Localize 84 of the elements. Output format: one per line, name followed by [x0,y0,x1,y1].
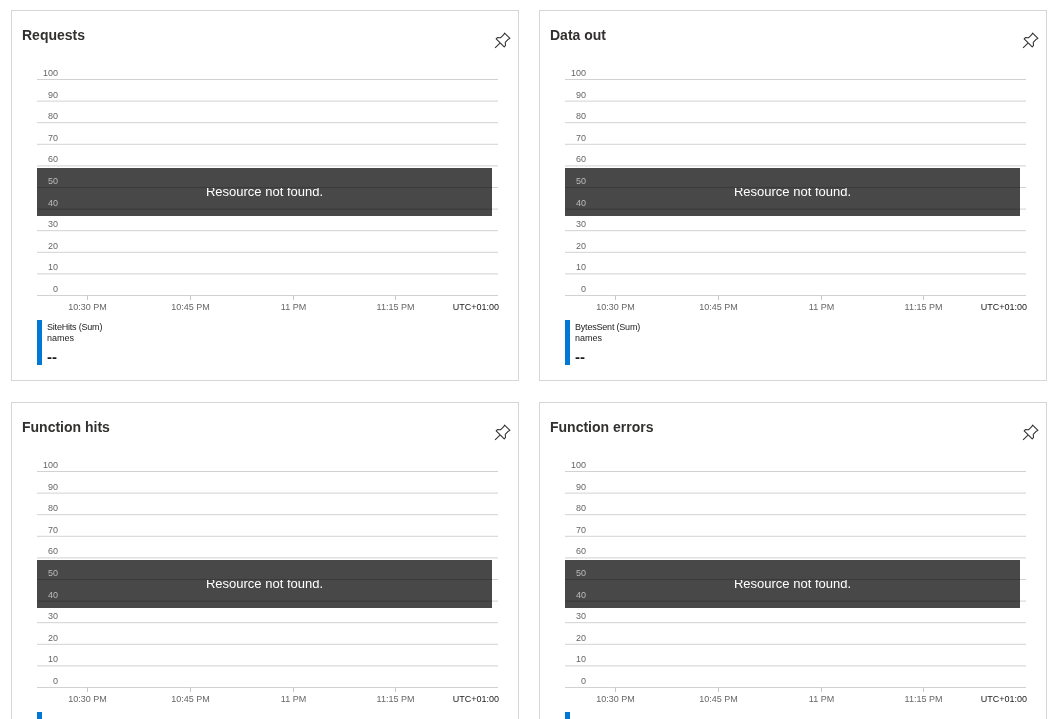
card-title: Requests [22,26,86,44]
y-axis-label: 30 [48,219,58,230]
y-axis-label: 70 [48,524,58,535]
x-axis-label: 11:15 PM [904,694,943,704]
pin-icon[interactable] [1022,32,1039,49]
pin-icon[interactable] [1022,424,1039,441]
y-axis-label: 30 [576,611,586,622]
y-axis-label: 50 [576,176,586,186]
y-axis-label: 10 [576,654,586,665]
y-axis-label: 70 [576,524,586,535]
legend-series-name: SiteHits (Sum) [47,322,103,333]
x-axis-label: 11 PM [280,302,307,312]
x-axis-label: 10:30 PM [596,302,635,312]
y-axis-label: 0 [581,676,586,686]
y-axis-label: 100 [570,68,586,78]
y-axis-label: 60 [48,154,58,165]
y-axis-label: 80 [576,111,586,122]
x-axis-label: 11:15 PM [376,694,415,704]
x-axis-label: 10:45 PM [699,302,738,312]
y-axis-label: 20 [576,632,586,643]
x-axis-label: 11 PM [280,694,307,704]
x-axis-label: 10:30 PM [596,694,635,704]
y-axis-label: 10 [48,262,58,273]
legend-value: -- [575,348,585,366]
y-axis-label: 30 [576,219,586,230]
pin-icon[interactable] [494,32,511,49]
y-axis-label: 90 [48,89,58,100]
legend-value: -- [47,348,57,366]
y-axis-label: 100 [570,460,586,470]
timezone-label: UTC+01:00 [980,694,1027,704]
x-axis-label: 10:45 PM [171,302,210,312]
y-axis-label: 0 [581,284,586,294]
y-axis-label: 50 [576,568,586,578]
y-axis-label: 80 [48,111,58,122]
y-axis-label: 90 [576,481,586,492]
y-axis-label: 90 [576,89,586,100]
pin-icon[interactable] [494,424,511,441]
y-axis-label: 0 [53,284,58,294]
legend-series-name: BytesSent (Sum) [575,322,641,333]
y-axis-label: 70 [576,132,586,143]
x-axis-label: 10:30 PM [68,694,107,704]
y-axis-label: 60 [48,546,58,557]
x-axis-label: 11:15 PM [376,302,415,312]
x-axis-label: 11 PM [808,302,835,312]
x-axis-label: 10:30 PM [68,302,107,312]
x-axis-label: 10:45 PM [171,694,210,704]
card-title: Function errors [550,418,654,436]
error-message: Resource not found. [733,576,852,592]
timezone-label: UTC+01:00 [980,302,1027,312]
card-title: Function hits [22,418,110,436]
timezone-label: UTC+01:00 [452,302,499,312]
y-axis-label: 40 [48,197,58,208]
y-axis-label: 0 [53,676,58,686]
y-axis-label: 100 [42,460,58,470]
y-axis-label: 60 [576,154,586,165]
error-message: Resource not found. [205,184,324,200]
y-axis-label: 90 [48,481,58,492]
y-axis-label: 70 [48,132,58,143]
x-axis-label: 10:45 PM [699,694,738,704]
y-axis-label: 100 [42,68,58,78]
y-axis-label: 20 [48,240,58,251]
y-axis-label: 50 [48,568,58,578]
error-message: Resource not found. [733,184,852,200]
y-axis-label: 50 [48,176,58,186]
x-axis-label: 11 PM [808,694,835,704]
y-axis-label: 10 [48,654,58,665]
card-title: Data out [550,26,606,44]
y-axis-label: 20 [576,240,586,251]
y-axis-label: 40 [48,589,58,600]
legend-subtitle: names [575,333,602,344]
y-axis-label: 40 [576,197,586,208]
series-color-icon [37,320,42,365]
y-axis-label: 20 [48,632,58,643]
timezone-label: UTC+01:00 [452,694,499,704]
error-message: Resource not found. [205,576,324,592]
series-color-icon [565,320,570,365]
legend-subtitle: names [47,333,74,344]
y-axis-label: 80 [576,503,586,514]
x-axis-label: 11:15 PM [904,302,943,312]
y-axis-label: 80 [48,503,58,514]
y-axis-label: 30 [48,611,58,622]
y-axis-label: 60 [576,546,586,557]
y-axis-label: 10 [576,262,586,273]
y-axis-label: 40 [576,589,586,600]
